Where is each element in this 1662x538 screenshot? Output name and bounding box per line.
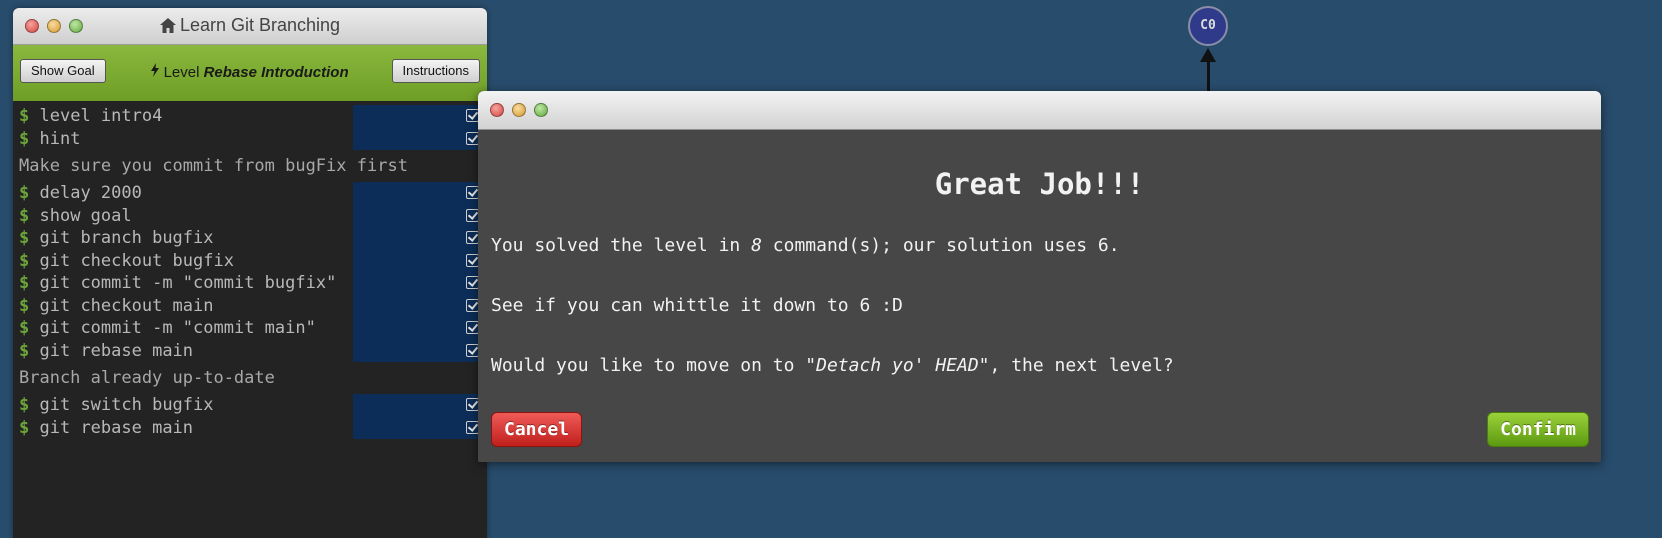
command-text: $ git rebase main [19, 418, 193, 438]
terminal-title-text: Learn Git Branching [179, 15, 341, 35]
prompt-symbol: $ [19, 205, 30, 226]
prompt-symbol: $ [19, 250, 30, 271]
level-bar: Show Goal Level Rebase Introduction Inst… [13, 45, 487, 101]
level-name: Rebase Introduction [203, 64, 349, 81]
command-line: $ git branch bugfix [13, 227, 487, 250]
next-level-text-b: , the next level? [989, 355, 1174, 376]
result-text-a: You solved the level in [491, 235, 752, 256]
command-value: level intro4 [39, 106, 163, 126]
command-value: git commit -m "commit main" [39, 318, 316, 338]
command-value: git rebase main [39, 417, 194, 438]
command-text: $ show goal [19, 206, 132, 226]
prompt-symbol: $ [19, 128, 30, 149]
command-value: git rebase main [39, 340, 194, 361]
dialog-window-controls [490, 103, 548, 117]
command-history: $ level intro4 $ hint Make sure you commit… [13, 101, 487, 439]
command-line: $ git checkout bugfix [13, 249, 487, 272]
command-value: git commit -m "commit bugfix" [39, 273, 337, 293]
prompt-symbol: $ [19, 340, 30, 361]
command-line: $ level intro4 [13, 105, 487, 128]
terminal-message: Branch already up-to-date [19, 368, 275, 388]
lightning-icon [151, 63, 160, 77]
dialog-next-level-text: Would you like to move on to "Detach yo'… [491, 355, 1174, 376]
command-text: $ git commit -m "commit main" [19, 318, 316, 338]
command-text: $ git commit -m "commit bugfix" [19, 273, 336, 293]
next-level-text-a: Would you like to move on to [491, 355, 806, 376]
command-value: git checkout main [39, 295, 214, 316]
dialog-maximize-button[interactable] [534, 103, 548, 117]
command-line: $ git commit -m "commit main" [13, 317, 487, 340]
result-text-b: command(s); our solution uses 6. [761, 235, 1120, 256]
commit-arrow [1207, 60, 1210, 92]
terminal-titlebar: Learn Git Branching [13, 8, 487, 45]
dialog-heading: Great Job!!! [934, 167, 1145, 201]
command-text: $ delay 2000 [19, 183, 142, 203]
dialog-result-text: You solved the level in 8 command(s); ou… [491, 235, 1120, 256]
home-icon [159, 18, 176, 33]
command-value: show goal [39, 205, 132, 226]
commit-node-c0[interactable]: C0 [1188, 6, 1228, 46]
prompt-symbol: $ [19, 228, 30, 248]
command-value: git switch bugfix [39, 395, 214, 415]
dialog-hint-text: See if you can whittle it down to 6 :D [491, 295, 903, 316]
command-count: 8 [751, 235, 762, 256]
level-prefix: Level [163, 64, 200, 81]
prompt-symbol: $ [19, 183, 30, 203]
prompt-symbol: $ [19, 106, 30, 126]
command-line: $ git commit -m "commit bugfix" [13, 272, 487, 295]
command-line: $ git rebase main [13, 416, 487, 439]
command-value: git checkout bugfix [39, 250, 234, 271]
next-level-name: "Detach yo' HEAD" [805, 355, 990, 376]
command-line: $ git switch bugfix [13, 394, 487, 417]
command-text: $ hint [19, 129, 80, 149]
level-complete-dialog: Great Job!!! You solved the level in 8 c… [478, 91, 1601, 462]
dialog-close-button[interactable] [490, 103, 504, 117]
command-value: hint [39, 128, 81, 149]
prompt-symbol: $ [19, 395, 30, 415]
command-value: delay 2000 [39, 183, 142, 203]
prompt-symbol: $ [19, 318, 30, 338]
command-text: $ git checkout main [19, 296, 214, 316]
command-line: $ delay 2000 [13, 182, 487, 205]
terminal-title: Learn Git Branching [13, 15, 487, 36]
terminal-window: Learn Git Branching Show Goal Level Reba… [13, 8, 487, 538]
instructions-button[interactable]: Instructions [391, 59, 480, 83]
command-value: git branch bugfix [39, 228, 214, 248]
command-line: $ hint [13, 127, 487, 150]
command-line: $ git checkout main [13, 294, 487, 317]
command-text: $ level intro4 [19, 106, 162, 126]
confirm-button[interactable]: Confirm [1487, 412, 1589, 447]
terminal-message: Make sure you commit from bugFix first [19, 156, 408, 176]
prompt-symbol: $ [19, 417, 30, 438]
command-line: $ show goal [13, 204, 487, 227]
dialog-titlebar [478, 91, 1601, 130]
command-line: $ git rebase main [13, 339, 487, 362]
dialog-minimize-button[interactable] [512, 103, 526, 117]
prompt-symbol: $ [19, 273, 30, 293]
cancel-button[interactable]: Cancel [491, 412, 583, 447]
command-text: $ git branch bugfix [19, 228, 214, 248]
command-text: $ git rebase main [19, 341, 193, 361]
prompt-symbol: $ [19, 295, 30, 316]
command-text: $ git checkout bugfix [19, 251, 234, 271]
command-text: $ git switch bugfix [19, 395, 214, 415]
